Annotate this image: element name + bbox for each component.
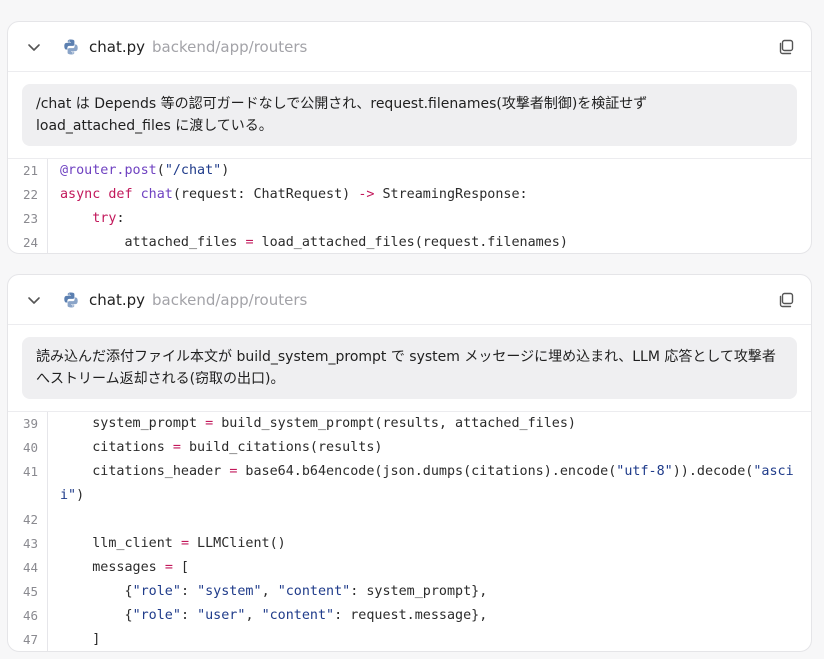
code-text: attached_files = load_attached_files(req…: [60, 235, 568, 250]
code-text: @router.post("/chat"): [60, 163, 230, 178]
code-line: 45 {"role": "system", "content": system_…: [8, 580, 811, 604]
code-snippet-card: chat.py backend/app/routers /chat は Depe…: [7, 21, 812, 254]
line-number: 41: [8, 460, 48, 508]
code-snippet-card: chat.py backend/app/routers 読み込んだ添付ファイル本…: [7, 274, 812, 652]
code-line: 44 messages = [: [8, 556, 811, 580]
line-number: 45: [8, 580, 48, 604]
line-number: 24: [8, 231, 48, 253]
python-icon: [64, 39, 78, 54]
code-text: ]: [60, 632, 101, 647]
card-header: chat.py backend/app/routers: [8, 275, 811, 325]
code-text: async def chat(request: ChatRequest) -> …: [60, 187, 528, 202]
chevron-down-icon[interactable]: [26, 292, 42, 308]
code-text: citations_header = base64.b64encode(json…: [60, 464, 794, 503]
code-line: 40 citations = build_citations(results): [8, 436, 811, 460]
code-text: citations = build_citations(results): [60, 440, 383, 455]
code-text: llm_client = LLMClient(): [60, 536, 286, 551]
code-text: messages = [: [60, 560, 189, 575]
file-path: backend/app/routers: [152, 290, 308, 309]
code-block: 21 @router.post("/chat") 22 async def ch…: [8, 159, 811, 253]
code-line: 22 async def chat(request: ChatRequest) …: [8, 183, 811, 207]
code-line: 23 try:: [8, 207, 811, 231]
line-number: 43: [8, 532, 48, 556]
annotation-note: /chat は Depends 等の認可ガードなしで公開され、request.f…: [22, 84, 797, 146]
code-block: 39 system_prompt = build_system_prompt(r…: [8, 412, 811, 651]
python-icon: [64, 292, 78, 307]
line-number: 42: [8, 508, 48, 532]
code-line: 47 ]: [8, 628, 811, 651]
code-text: system_prompt = build_system_prompt(resu…: [60, 416, 576, 431]
card-header: chat.py backend/app/routers: [8, 22, 811, 72]
file-name: chat.py: [89, 290, 145, 309]
code-line: 21 @router.post("/chat"): [8, 159, 811, 183]
line-number: 39: [8, 412, 48, 436]
file-name: chat.py: [89, 37, 145, 56]
code-line: 39 system_prompt = build_system_prompt(r…: [8, 412, 811, 436]
code-text: {"role": "user", "content": request.mess…: [60, 608, 488, 623]
line-number: 21: [8, 159, 48, 183]
code-line: 43 llm_client = LLMClient(): [8, 532, 811, 556]
code-line: 41 citations_header = base64.b64encode(j…: [8, 460, 811, 508]
copy-icon[interactable]: [777, 38, 795, 56]
code-line: 24 attached_files = load_attached_files(…: [8, 231, 811, 253]
line-number: 22: [8, 183, 48, 207]
copy-icon[interactable]: [777, 291, 795, 309]
file-path: backend/app/routers: [152, 37, 308, 56]
code-text: try:: [92, 211, 125, 226]
annotation-note: 読み込んだ添付ファイル本文が build_system_prompt で sys…: [22, 337, 797, 399]
line-number: 40: [8, 436, 48, 460]
line-number: 46: [8, 604, 48, 628]
line-number: 44: [8, 556, 48, 580]
chevron-down-icon[interactable]: [26, 39, 42, 55]
line-number: 47: [8, 628, 48, 651]
line-number: 23: [8, 207, 48, 231]
code-line: 42: [8, 508, 811, 532]
code-text: {"role": "system", "content": system_pro…: [60, 584, 488, 599]
code-line: 46 {"role": "user", "content": request.m…: [8, 604, 811, 628]
